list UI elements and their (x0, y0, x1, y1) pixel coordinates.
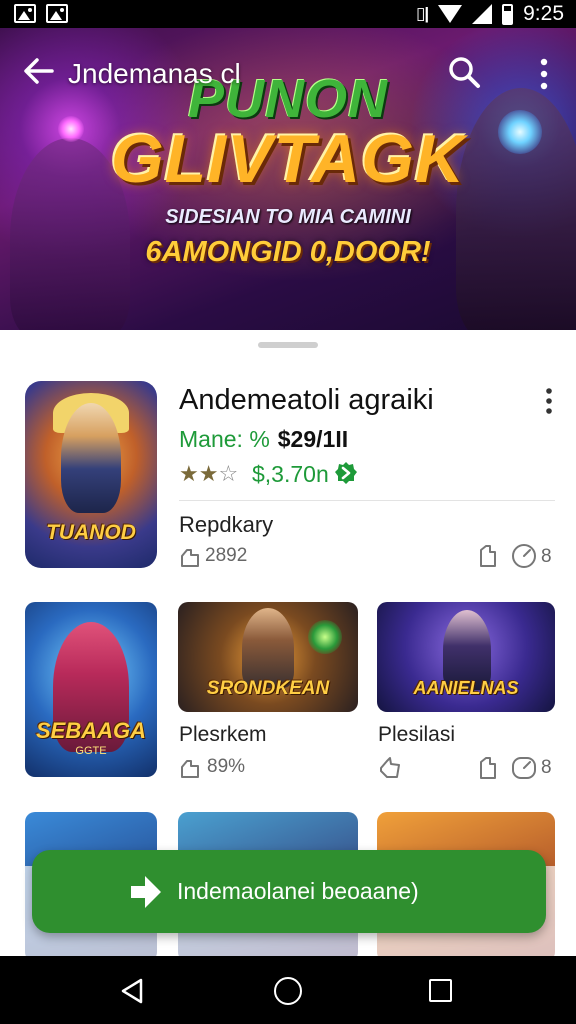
signal-icon (472, 4, 493, 24)
status-time: 9:25 (523, 2, 564, 25)
game-title[interactable]: Plesilasi (378, 723, 455, 747)
timer-icon[interactable] (510, 543, 540, 569)
hero-title: GLIVTAGK (110, 121, 466, 197)
verified-badge-icon (335, 462, 357, 484)
cover-character (61, 403, 121, 513)
game-title[interactable]: Plesrkem (179, 723, 267, 747)
cover-label: SEBAAGA (35, 718, 146, 743)
nav-recents-icon[interactable] (429, 979, 452, 1002)
game-cover-2[interactable]: SRONDKEAN (178, 602, 358, 712)
game-downloads: 8 (541, 757, 552, 778)
game-cover-3[interactable]: AANIELNAS (377, 602, 555, 712)
featured-price-line: Mane: % $29/1II (179, 426, 348, 453)
hero-promo: 6AMONGID 0,DOOR! (145, 236, 431, 268)
featured-divider (179, 500, 555, 501)
image-notification-icon (14, 4, 36, 23)
rating-stars: ★★☆ (179, 461, 238, 487)
vibrate-icon: ▯| (416, 4, 429, 23)
more-vertical-icon[interactable] (532, 56, 556, 92)
cover-label: SRONDKEAN (206, 678, 330, 699)
cover-sublabel: GGTE (75, 745, 107, 757)
tag-icon (181, 549, 199, 567)
star-empty-icon: ☆ (218, 461, 239, 486)
cover-magic-glow (308, 620, 342, 654)
bookmark-icon[interactable] (477, 544, 499, 568)
featured-title[interactable]: Andemeatoli agraiki (179, 384, 434, 417)
star-filled-icon: ★ (198, 461, 219, 486)
app-bar: Jndemanas cl (0, 28, 576, 118)
featured-discount: Mane: % (179, 426, 270, 452)
bookmark-icon[interactable] (477, 756, 499, 780)
status-system: ▯| 9:25 (416, 2, 564, 26)
image-notification-icon (46, 4, 68, 23)
install-cta-button[interactable]: Indemaolanei beoaane) (32, 850, 546, 933)
star-filled-icon: ★ (179, 461, 199, 486)
system-nav-bar (0, 956, 576, 1024)
timer-icon[interactable] (510, 755, 540, 781)
search-icon[interactable] (446, 54, 482, 90)
app-bar-title: Jndemanas cl (68, 58, 241, 89)
install-cta-label: Indemaolanei beoaane) (177, 878, 419, 904)
nav-home-icon[interactable] (274, 977, 302, 1005)
game-stat: 89% (207, 756, 246, 777)
status-bar: ▯| 9:25 (0, 0, 576, 28)
status-notifications (14, 4, 68, 23)
nav-back-icon[interactable] (119, 977, 145, 1005)
more-vertical-icon[interactable] (538, 386, 560, 416)
back-arrow-icon[interactable] (22, 54, 56, 88)
battery-icon (502, 3, 514, 25)
featured-sales: $,3.70n (252, 461, 329, 487)
featured-downloads: 8 (541, 546, 552, 567)
thumbs-up-icon[interactable] (378, 756, 404, 780)
featured-cover-label: TUANOD (46, 521, 136, 544)
cover-character (242, 608, 294, 688)
tag-icon (181, 760, 199, 778)
featured-game-cover[interactable]: TUANOD (25, 381, 157, 568)
wifi-icon (438, 5, 463, 23)
featured-price: $29/1II (277, 426, 349, 452)
featured-stat: 2892 (205, 545, 248, 566)
featured-category: Repdkary (179, 512, 274, 537)
cover-label: AANIELNAS (413, 678, 519, 698)
hero-subtitle: SIDESIAN TO MIA CAMINI (165, 206, 411, 228)
game-cover-1[interactable]: SEBAAGA GGTE (25, 602, 157, 777)
play-store-icon (131, 876, 161, 908)
sheet-drag-handle[interactable] (258, 342, 318, 348)
